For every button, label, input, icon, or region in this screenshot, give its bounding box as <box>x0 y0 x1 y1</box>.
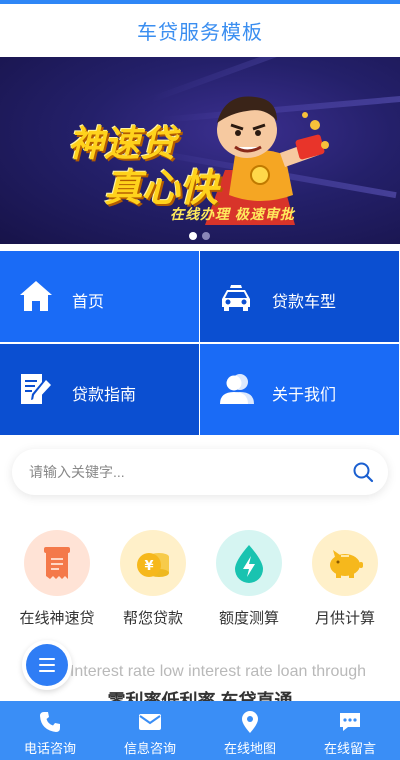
edit-document-icon <box>21 374 51 404</box>
lightning-drop-icon <box>235 545 263 583</box>
app-header: 车贷服务模板 <box>0 4 400 56</box>
feature-label: 额度测算 <box>218 610 279 627</box>
receipt-icon <box>44 547 70 579</box>
nav-tile-loan-guide[interactable]: 贷款指南 <box>0 344 199 435</box>
feature-label: 在线神速贷 <box>19 610 95 627</box>
feature-shortcuts: 在线神速贷 ¥ 帮您贷款 额度测算 月供计算 <box>0 530 400 630</box>
feature-label: 帮您贷款 <box>122 610 183 627</box>
feature-quota-estimate[interactable]: 额度测算 <box>194 530 290 630</box>
home-icon <box>20 281 52 311</box>
svg-text:¥: ¥ <box>144 559 153 574</box>
map-pin-icon <box>242 711 258 733</box>
bottom-nav-label: 在线地图 <box>223 741 276 756</box>
nav-tile-loan-models[interactable]: 贷款车型 <box>200 251 399 342</box>
feature-icon-circle: ¥ <box>120 530 186 596</box>
feature-monthly-calc[interactable]: 月供计算 <box>290 530 386 630</box>
nav-tile-label: 贷款车型 <box>272 294 337 311</box>
nav-tile-home[interactable]: 首页 <box>0 251 199 342</box>
menu-icon <box>26 644 68 686</box>
search-icon[interactable] <box>352 461 374 483</box>
nav-tile-label: 关于我们 <box>272 387 337 404</box>
floating-menu-button[interactable] <box>22 640 72 690</box>
feature-icon-circle <box>24 530 90 596</box>
bottom-nav-bar: 电话咨询 信息咨询 在线地图 在线留言 <box>0 701 400 760</box>
nav-tile-about-us[interactable]: 关于我们 <box>200 344 399 435</box>
search-input[interactable] <box>29 460 329 484</box>
coins-icon: ¥ <box>137 553 169 577</box>
piggy-bank-icon <box>330 550 363 578</box>
people-icon <box>220 374 254 404</box>
carousel-dot-active[interactable] <box>189 232 197 240</box>
search-bar <box>12 449 388 495</box>
mail-icon <box>139 714 161 730</box>
nav-tile-label: 首页 <box>72 294 105 311</box>
bottom-nav-info[interactable]: 信息咨询 <box>100 701 200 760</box>
bottom-nav-map[interactable]: 在线地图 <box>200 701 300 760</box>
bottom-nav-phone[interactable]: 电话咨询 <box>0 701 100 760</box>
message-icon <box>340 713 360 731</box>
promo-banner[interactable]: 神速贷 真心快 在线办理 极速审批 <box>0 57 400 244</box>
bottom-nav-label: 电话咨询 <box>23 741 76 756</box>
phone-icon <box>40 712 60 732</box>
main-nav-grid: 首页 贷款车型 贷款指南 关于我们 <box>0 251 400 435</box>
carousel-dot[interactable] <box>202 232 210 240</box>
feature-help-loan[interactable]: ¥ 帮您贷款 <box>98 530 194 630</box>
nav-tile-label: 贷款指南 <box>72 387 137 404</box>
bottom-nav-label: 在线留言 <box>323 741 376 756</box>
banner-slogan: 在线办理 极速审批 <box>170 206 295 222</box>
bottom-nav-message[interactable]: 在线留言 <box>300 701 400 760</box>
car-icon <box>222 285 250 311</box>
feature-online-fast-loan[interactable]: 在线神速贷 <box>2 530 98 630</box>
feature-icon-circle <box>216 530 282 596</box>
feature-label: 月供计算 <box>314 610 375 627</box>
feature-icon-circle <box>312 530 378 596</box>
bottom-nav-label: 信息咨询 <box>123 741 176 756</box>
page-title: 车贷服务模板 <box>137 21 263 44</box>
